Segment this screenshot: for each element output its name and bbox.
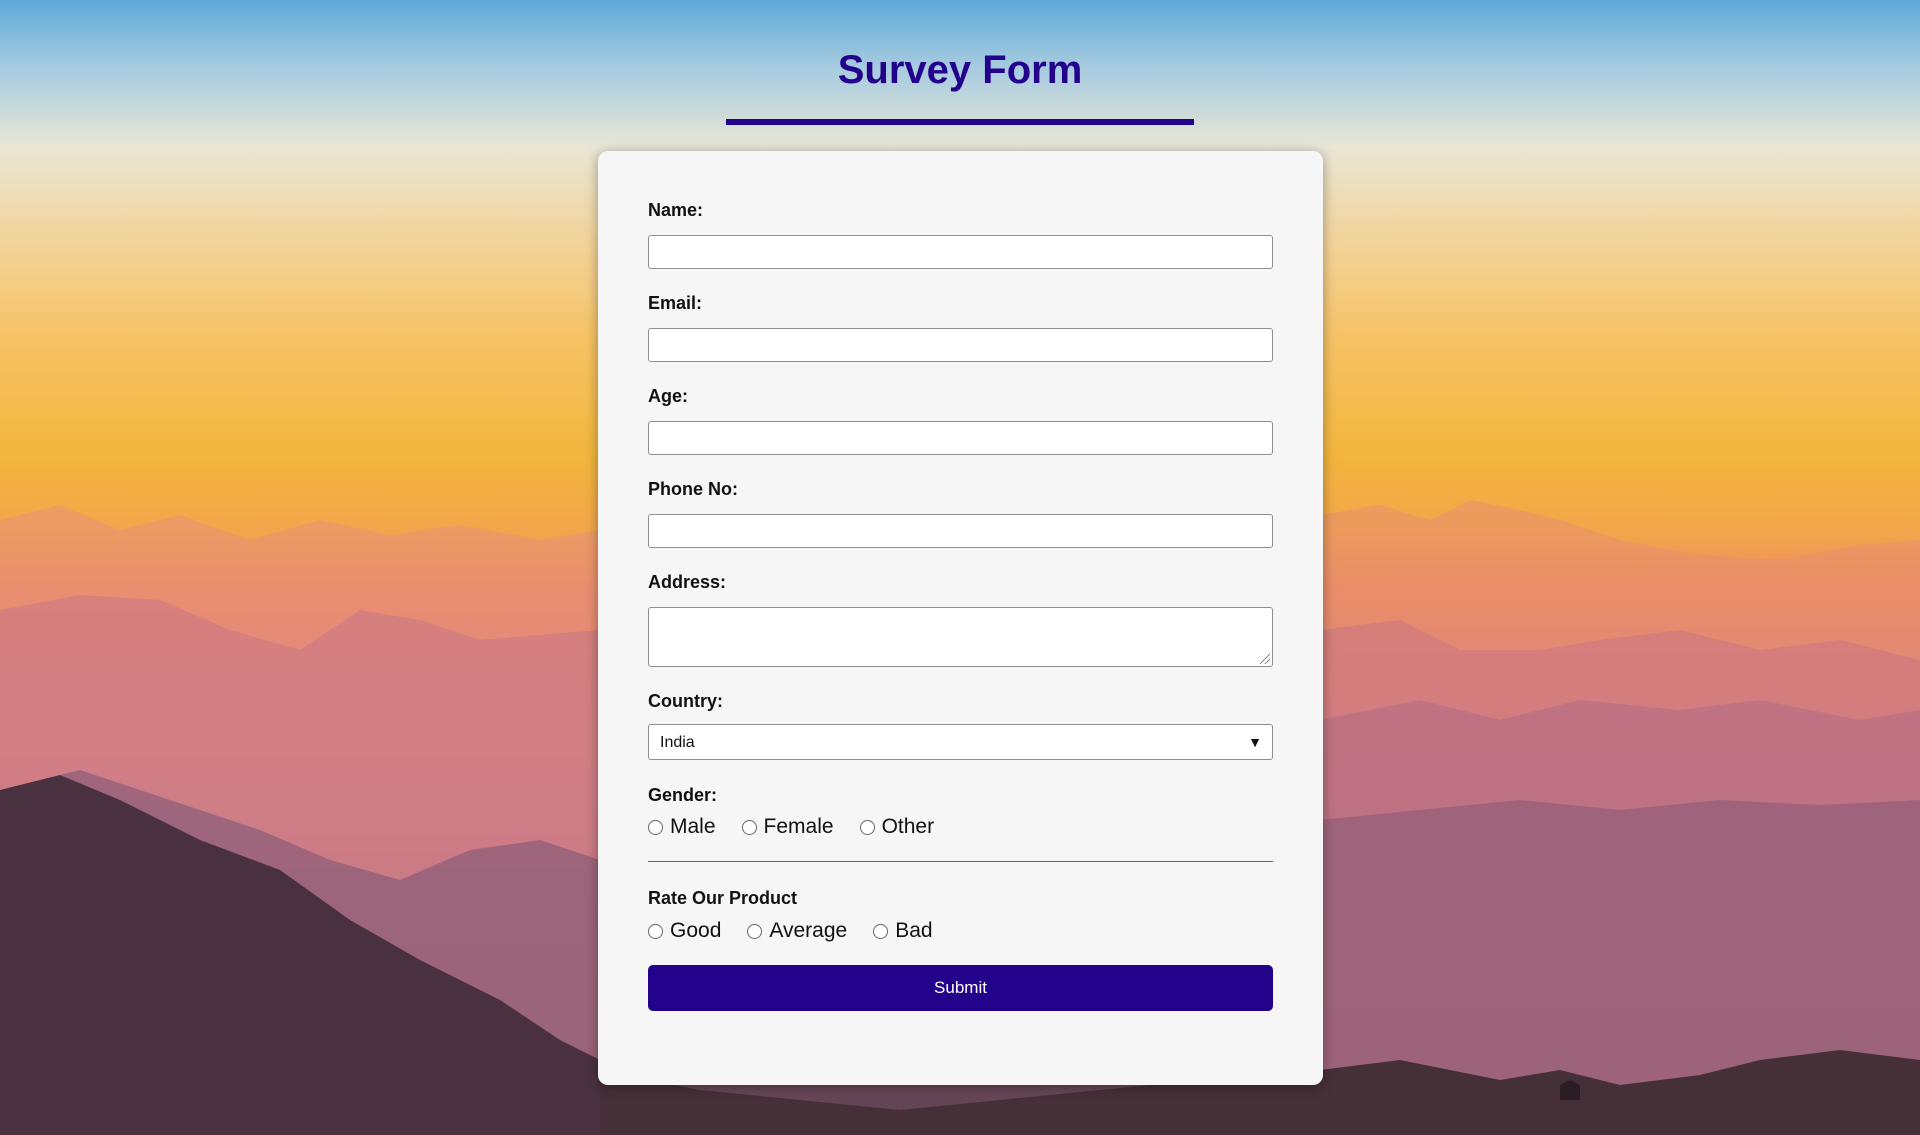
title-underline xyxy=(726,119,1194,125)
age-label: Age: xyxy=(648,386,688,406)
chevron-down-icon: ▼ xyxy=(1248,734,1262,750)
submit-button[interactable]: Submit xyxy=(648,965,1273,1011)
phone-input[interactable] xyxy=(648,514,1273,548)
gender-option-male[interactable]: Male xyxy=(648,815,716,839)
rating-option-average[interactable]: Average xyxy=(747,919,847,943)
gender-option-female[interactable]: Female xyxy=(741,815,834,839)
rating-option-label: Average xyxy=(769,919,848,942)
rating-option-label: Bad xyxy=(895,919,933,942)
gender-option-label: Male xyxy=(670,815,716,838)
name-input[interactable] xyxy=(648,235,1273,269)
email-label: Email: xyxy=(648,293,703,313)
radio-button[interactable] xyxy=(648,819,663,835)
address-textarea[interactable] xyxy=(648,607,1273,667)
rating-option-good[interactable]: Good xyxy=(648,919,721,943)
age-input[interactable] xyxy=(648,421,1273,455)
gender-label: Gender: xyxy=(648,785,718,805)
address-label: Address: xyxy=(648,572,727,592)
country-label: Country: xyxy=(648,691,723,711)
rating-option-bad[interactable]: Bad xyxy=(873,919,933,943)
rating-radio-group: Good Average Bad xyxy=(648,919,959,943)
survey-form-card: Name: Email: Age: Phone No: Address: Cou… xyxy=(598,151,1323,1085)
country-select[interactable]: India ▼ xyxy=(648,724,1273,760)
rating-label: Rate Our Product xyxy=(648,888,798,908)
radio-button[interactable] xyxy=(859,819,875,835)
gender-option-other[interactable]: Other xyxy=(859,815,935,839)
email-input[interactable] xyxy=(648,328,1273,362)
gender-option-label: Other xyxy=(881,815,935,838)
name-label: Name: xyxy=(648,200,704,220)
phone-label: Phone No: xyxy=(648,479,738,499)
resize-grip-icon[interactable] xyxy=(1260,654,1270,664)
page-title: Survey Form xyxy=(837,48,1083,92)
radio-button[interactable] xyxy=(747,923,763,939)
gender-radio-group: Male Female Other xyxy=(648,815,960,839)
section-divider xyxy=(648,861,1273,862)
rating-option-label: Good xyxy=(670,919,722,942)
radio-button[interactable] xyxy=(873,923,889,939)
radio-button[interactable] xyxy=(648,923,663,939)
country-select-value: India xyxy=(660,734,695,751)
radio-button[interactable] xyxy=(741,819,757,835)
gender-option-label: Female xyxy=(763,815,834,838)
